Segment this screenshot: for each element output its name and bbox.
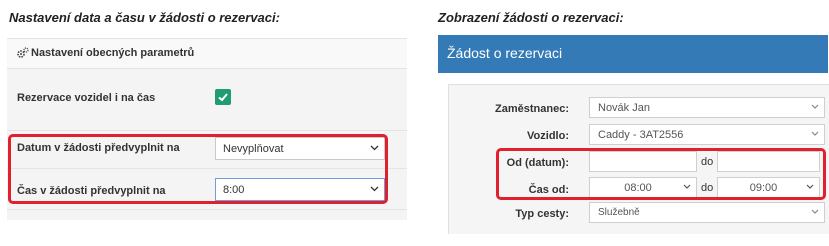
- vehicle-select[interactable]: Caddy - 3AT2556: [589, 124, 825, 145]
- trip-type-value: Služebně: [598, 207, 640, 218]
- highlight-box-form: [496, 148, 826, 200]
- settings-panel-title: Nastavení obecných parametrů: [31, 47, 195, 59]
- vehicle-label: Vozidlo:: [527, 130, 569, 142]
- highlight-box-settings: [8, 134, 388, 204]
- vehicles-time-checkbox[interactable]: [215, 89, 231, 105]
- trip-type-label: Typ cesty:: [515, 208, 569, 220]
- gears-icon: [17, 47, 29, 58]
- trip-type-select[interactable]: Služebně: [589, 202, 825, 223]
- chevron-down-icon: [811, 131, 819, 136]
- left-caption: Nastavení data a času v žádosti o rezerv…: [9, 10, 280, 25]
- right-caption: Zobrazení žádosti o rezervaci:: [438, 10, 624, 25]
- chevron-down-icon: [811, 104, 819, 109]
- request-form-title: Žádost o rezervaci: [447, 45, 563, 61]
- employee-select[interactable]: Novák Jan: [589, 97, 825, 118]
- row-divider: [7, 130, 407, 131]
- employee-label: Zaměstnanec:: [495, 103, 569, 115]
- chevron-down-icon: [811, 209, 819, 214]
- vehicles-time-label: Rezervace vozidel i na čas: [17, 92, 156, 104]
- employee-value: Novák Jan: [598, 102, 650, 114]
- check-icon: [218, 93, 228, 102]
- settings-panel-header: Nastavení obecných parametrů: [7, 39, 407, 69]
- vehicle-value: Caddy - 3AT2556: [598, 129, 684, 141]
- request-form-header: Žádost o rezervaci: [438, 35, 828, 73]
- row-divider: [7, 209, 407, 210]
